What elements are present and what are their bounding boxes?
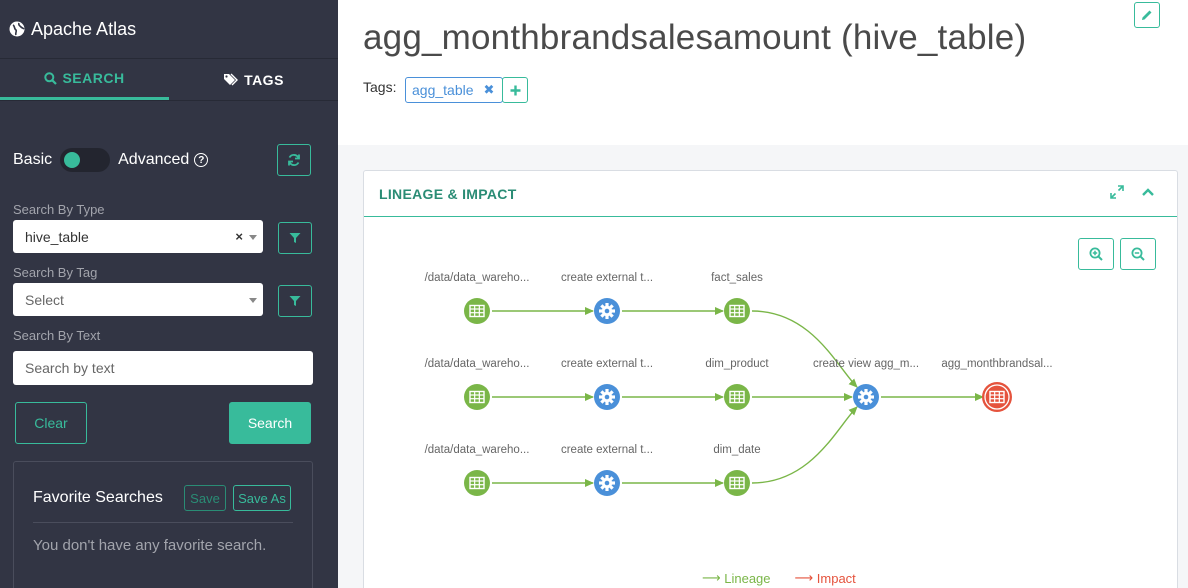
lineage-node-label: agg_monthbrandsal...	[941, 358, 1052, 370]
lineage-node[interactable]: create view agg_m...	[813, 358, 919, 410]
lineage-edge	[751, 310, 858, 388]
gear-icon	[599, 389, 615, 405]
lineage-node-label: create view agg_m...	[813, 358, 919, 370]
dataset-node-circle[interactable]	[464, 298, 490, 324]
dataset-node-circle[interactable]	[464, 470, 490, 496]
lineage-node-label: create external t...	[561, 358, 653, 370]
dataset-node-circle[interactable]	[724, 298, 750, 324]
lineage-node[interactable]: dim_product	[705, 358, 769, 410]
lineage-nodes: /data/data_wareho... create external t...…	[425, 272, 1053, 496]
lineage-node-label: create external t...	[561, 444, 653, 456]
lineage-node-label: create external t...	[561, 272, 653, 284]
dataset-node-circle[interactable]	[724, 470, 750, 496]
gear-icon	[858, 389, 874, 405]
dataset-node-circle[interactable]	[464, 384, 490, 410]
lineage-node-label: fact_sales	[711, 272, 763, 284]
graph-legend: ⟶ Lineage ⟶ Impact	[702, 570, 880, 586]
lineage-node[interactable]: create external t...	[561, 272, 653, 324]
gear-icon	[599, 475, 615, 491]
dataset-node-circle[interactable]	[982, 382, 1012, 412]
lineage-edge	[751, 406, 858, 484]
lineage-graph: /data/data_wareho... create external t...…	[425, 272, 1053, 496]
gear-icon	[599, 303, 615, 319]
lineage-node[interactable]: dim_date	[713, 444, 761, 496]
dataset-node-circle[interactable]	[724, 384, 750, 410]
lineage-node[interactable]: fact_sales	[711, 272, 763, 324]
lineage-node[interactable]: /data/data_wareho...	[425, 358, 530, 410]
legend-impact-label: Impact	[816, 570, 856, 586]
lineage-node-label: /data/data_wareho...	[425, 358, 530, 370]
legend-lineage-label: Lineage	[724, 570, 771, 586]
lineage-node[interactable]: create external t...	[561, 358, 653, 410]
lineage-node[interactable]: /data/data_wareho...	[425, 272, 530, 324]
lineage-node[interactable]: create external t...	[561, 444, 653, 496]
lineage-node-label: /data/data_wareho...	[425, 444, 530, 456]
legend-lineage: ⟶ Lineage	[702, 570, 771, 586]
legend-impact: ⟶ Impact	[794, 570, 856, 586]
lineage-node-label: /data/data_wareho...	[425, 272, 530, 284]
lineage-node-label: dim_product	[705, 358, 769, 370]
lineage-node[interactable]: /data/data_wareho...	[425, 444, 530, 496]
lineage-node[interactable]: agg_monthbrandsal...	[941, 358, 1053, 412]
lineage-node-label: dim_date	[713, 444, 760, 456]
